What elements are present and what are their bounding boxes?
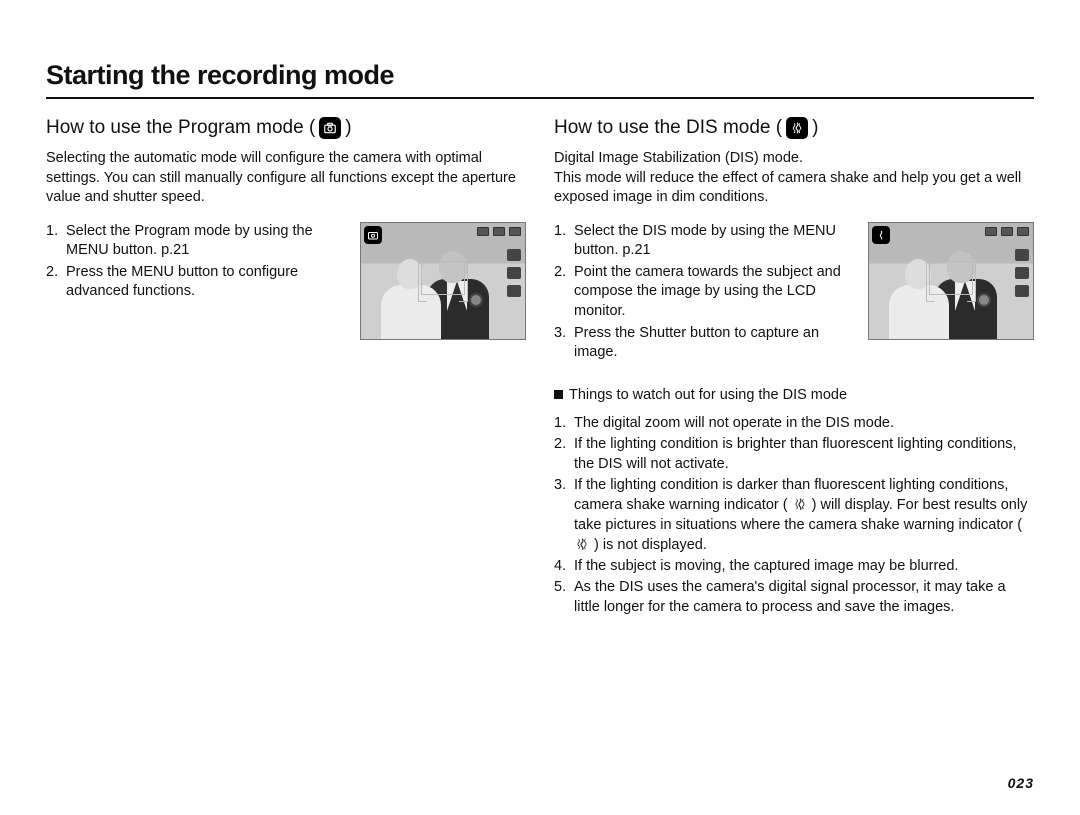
- dis-steps-row: 1. Select the DIS mode by using the MENU…: [554, 222, 1034, 365]
- step-number: 1.: [554, 222, 574, 261]
- figure-side-icons: [1015, 249, 1029, 297]
- page-number: 023: [1008, 775, 1034, 791]
- battery-icon: [509, 227, 521, 236]
- side-indicator-icon: [1015, 285, 1029, 297]
- step-item: 1. Select the DIS mode by using the MENU…: [554, 222, 860, 261]
- camera-shake-warning-icon: [792, 497, 808, 511]
- list-item: 3. If the lighting condition is darker t…: [554, 475, 1034, 555]
- item-number: 1.: [554, 413, 574, 433]
- side-indicator-icon: [1015, 267, 1029, 279]
- program-steps-row: 1. Select the Program mode by using the …: [46, 222, 526, 340]
- program-mode-figure: [360, 222, 526, 340]
- item-number: 2.: [554, 434, 574, 474]
- side-indicator-icon: [1015, 249, 1029, 261]
- item-text: If the lighting condition is brighter th…: [574, 434, 1034, 474]
- program-steps: 1. Select the Program mode by using the …: [46, 222, 352, 304]
- left-column: How to use the Program mode ( ) Selectin…: [46, 117, 526, 618]
- program-mode-heading: How to use the Program mode ( ): [46, 117, 526, 139]
- figure-status-icons: [477, 227, 521, 236]
- item-text: If the subject is moving, the captured i…: [574, 556, 1034, 576]
- list-item: 2. If the lighting condition is brighter…: [554, 434, 1034, 474]
- figure-mode-badge-icon: [364, 226, 382, 244]
- step-number: 3.: [554, 324, 574, 363]
- focus-frame-icon: [421, 261, 465, 295]
- list-item: 4. If the subject is moving, the capture…: [554, 556, 1034, 576]
- program-mode-icon: [319, 117, 341, 139]
- step-item: 3. Press the Shutter button to capture a…: [554, 324, 860, 363]
- step-number: 1.: [46, 222, 66, 261]
- manual-page: Starting the recording mode How to use t…: [0, 0, 1080, 815]
- dis-mode-figure: [868, 222, 1034, 340]
- dis-notes-heading: Things to watch out for using the DIS mo…: [554, 387, 1034, 403]
- item-text-c: ) is not displayed.: [594, 537, 707, 553]
- indicator-icon: [477, 227, 489, 236]
- camera-shake-warning-icon: [574, 537, 590, 551]
- item-text: As the DIS uses the camera's digital sig…: [574, 577, 1034, 617]
- indicator-icon: [493, 227, 505, 236]
- title-rule: [46, 97, 1034, 99]
- item-number: 3.: [554, 475, 574, 555]
- side-indicator-icon: [507, 285, 521, 297]
- figure-mode-badge-icon: [872, 226, 890, 244]
- step-item: 1. Select the Program mode by using the …: [46, 222, 352, 261]
- heading-text-prefix: How to use the DIS mode (: [554, 117, 782, 139]
- step-text: Press the Shutter button to capture an i…: [574, 324, 860, 363]
- dis-mode-heading: How to use the DIS mode ( ): [554, 117, 1034, 139]
- indicator-icon: [1001, 227, 1013, 236]
- heading-text-prefix: How to use the Program mode (: [46, 117, 315, 139]
- program-intro: Selecting the automatic mode will config…: [46, 149, 526, 208]
- step-text: Select the Program mode by using the MEN…: [66, 222, 352, 261]
- dis-notes-list: 1. The digital zoom will not operate in …: [554, 413, 1034, 617]
- step-text: Select the DIS mode by using the MENU bu…: [574, 222, 860, 261]
- list-item: 1. The digital zoom will not operate in …: [554, 413, 1034, 433]
- focus-frame-icon: [929, 261, 973, 295]
- dis-steps: 1. Select the DIS mode by using the MENU…: [554, 222, 860, 365]
- content-columns: How to use the Program mode ( ) Selectin…: [46, 117, 1034, 618]
- battery-icon: [1017, 227, 1029, 236]
- step-item: 2. Point the camera towards the subject …: [554, 263, 860, 322]
- side-indicator-icon: [507, 249, 521, 261]
- dis-notes-heading-text: Things to watch out for using the DIS mo…: [569, 387, 847, 403]
- page-title: Starting the recording mode: [46, 60, 1034, 91]
- square-bullet-icon: [554, 390, 563, 399]
- item-text: The digital zoom will not operate in the…: [574, 413, 1034, 433]
- dis-intro: Digital Image Stabilization (DIS) mode. …: [554, 149, 1034, 208]
- item-number: 4.: [554, 556, 574, 576]
- step-text: Press the MENU button to configure advan…: [66, 263, 352, 302]
- side-indicator-icon: [507, 267, 521, 279]
- step-item: 2. Press the MENU button to configure ad…: [46, 263, 352, 302]
- item-text: If the lighting condition is darker than…: [574, 475, 1034, 555]
- heading-text-suffix: ): [812, 117, 818, 139]
- heading-text-suffix: ): [345, 117, 351, 139]
- figure-status-icons: [985, 227, 1029, 236]
- item-number: 5.: [554, 577, 574, 617]
- dis-mode-icon: [786, 117, 808, 139]
- indicator-icon: [985, 227, 997, 236]
- figure-side-icons: [507, 249, 521, 297]
- step-number: 2.: [554, 263, 574, 322]
- list-item: 5. As the DIS uses the camera's digital …: [554, 577, 1034, 617]
- step-number: 2.: [46, 263, 66, 302]
- step-text: Point the camera towards the subject and…: [574, 263, 860, 322]
- right-column: How to use the DIS mode ( ) Digital Imag…: [554, 117, 1034, 618]
